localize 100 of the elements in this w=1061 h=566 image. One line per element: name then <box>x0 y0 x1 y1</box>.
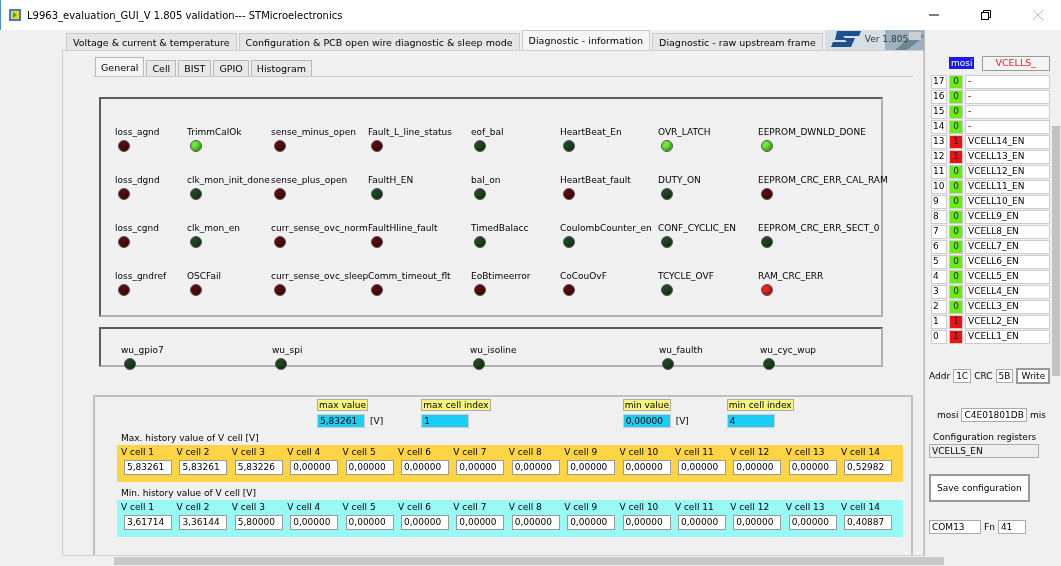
bit-index: 1 <box>931 315 947 329</box>
indicator-label: curr_sense_ovc_sleep <box>271 271 368 281</box>
bit-value: 1 <box>949 150 963 164</box>
bit-name: VCELL4_EN <box>965 285 1050 299</box>
tab[interactable]: Cell <box>146 60 177 76</box>
bit-value: 0 <box>949 165 963 179</box>
restore-icon <box>981 10 991 20</box>
indicator-label: loss_dgnd <box>115 175 161 185</box>
cell-value-field: 0,00000 <box>677 460 726 475</box>
bit-name: VCELL13_EN <box>965 150 1050 164</box>
tab[interactable]: Voltage & current & temperature <box>66 33 237 50</box>
indicator-label: CONF_CYCLIC_EN <box>658 223 738 233</box>
cell-value-field: 0,00000 <box>400 515 449 530</box>
tab[interactable]: GPIO <box>213 60 249 76</box>
bit-value: 0 <box>949 285 963 299</box>
tab[interactable]: BIST <box>178 60 212 76</box>
cell-value-field: 0,00000 <box>345 515 394 530</box>
bit-index: 15 <box>931 105 947 119</box>
bit-index: 10 <box>931 180 947 194</box>
addr-field[interactable]: 1C <box>953 369 972 383</box>
bit-value: 0 <box>949 180 963 194</box>
bit-value: 0 <box>949 225 963 239</box>
indicator-label: sense_plus_open <box>271 175 349 185</box>
bit-value: 0 <box>949 105 963 119</box>
bit-name: VCELL11_EN <box>965 180 1050 194</box>
bit-value: 1 <box>949 135 963 149</box>
bit-index: 7 <box>931 225 947 239</box>
tab[interactable]: General <box>95 57 145 76</box>
cell-value-field: 0,00000 <box>622 515 671 530</box>
cell-label: V cell 9 <box>564 502 599 512</box>
indicator-label: EEPROM_DWNLD_DONE <box>758 127 867 137</box>
cell-label: V cell 4 <box>287 502 322 512</box>
bit-index: 8 <box>931 210 947 224</box>
indicator-label: wu_isoline <box>470 345 518 355</box>
cell-value-field: 5,83261 <box>179 460 228 475</box>
cell-value-field: 5,83261 <box>124 460 172 475</box>
crc-field[interactable]: 5B <box>995 369 1014 383</box>
cell-label: V cell 8 <box>508 502 543 512</box>
bit-index: 16 <box>931 90 947 104</box>
tab[interactable]: Configuration & PCB open wire diagnostic & sleep mode <box>238 33 520 50</box>
cell-value-field: 0,00000 <box>456 460 505 475</box>
bit-name: VCELL5_EN <box>965 270 1050 284</box>
bit-index: 12 <box>931 150 947 164</box>
mosi-label: mosi <box>949 57 975 69</box>
indicator-label: HeartBeat_fault <box>560 175 632 185</box>
indicator-label: wu_cyc_wup <box>760 345 818 355</box>
bit-value: 0 <box>949 120 963 134</box>
bit-index: 6 <box>931 240 947 254</box>
cell-label: V cell 1 <box>121 502 156 512</box>
indicator-label: EoBtimeerror <box>471 271 532 281</box>
cell-label: V cell 10 <box>619 502 660 512</box>
bit-name: - <box>965 75 1050 89</box>
cell-value-field: 0,00000 <box>788 515 837 530</box>
cell-value-field: 0,00000 <box>788 460 837 475</box>
indicator-label: OSCFail <box>187 271 222 281</box>
bit-index: 14 <box>931 120 947 134</box>
indicator-label: TCYCLE_OVF <box>658 271 715 281</box>
cell-label: V cell 7 <box>453 502 488 512</box>
unit-label: [V] <box>675 416 689 426</box>
cell-value-field: 0,00000 <box>511 460 560 475</box>
bit-name: - <box>965 120 1050 134</box>
bit-index: 17 <box>931 75 947 89</box>
cell-label: V cell 9 <box>564 447 599 457</box>
register-selector[interactable]: VCELLS_EN <box>929 444 1039 458</box>
port-dropdown[interactable]: COM13 <box>929 520 981 534</box>
bit-index: 11 <box>931 165 947 179</box>
cell-value-field: 0,00000 <box>733 460 782 475</box>
cell-label: V cell 3 <box>231 447 266 457</box>
cell-label: V cell 11 <box>674 447 715 457</box>
tab[interactable]: Histogram <box>250 60 313 76</box>
write-button[interactable]: Write <box>1016 368 1050 384</box>
cell-value-field: 0,00000 <box>567 515 616 530</box>
bit-name: - <box>965 105 1050 119</box>
app-icon <box>9 9 21 21</box>
section-label: Configuration registers <box>933 432 1037 442</box>
cell-label: V cell 14 <box>841 502 881 512</box>
bit-value: 0 <box>949 195 963 209</box>
bit-index: 4 <box>931 270 947 284</box>
save-button[interactable]: Save configuration <box>929 474 1030 502</box>
summary-label: max value <box>317 399 369 411</box>
cell-value-field: 5,80000 <box>234 515 283 530</box>
mosi-field[interactable]: C4E01801DB <box>961 408 1027 422</box>
summary-label: min cell index <box>726 399 794 411</box>
bit-value: 0 <box>949 210 963 224</box>
bit-index: 2 <box>931 300 947 314</box>
bit-index: 0 <box>931 330 947 344</box>
bit-name: VCELL8_EN <box>965 225 1050 239</box>
register-field[interactable]: VCELLS_ <box>982 55 1050 71</box>
fn-field[interactable]: 41 <box>997 520 1026 534</box>
bit-name: VCELL9_EN <box>965 210 1050 224</box>
cell-label: V cell 13 <box>785 502 826 512</box>
bit-name: VCELL6_EN <box>965 255 1050 269</box>
tab[interactable]: Diagnostic - raw upstream frame <box>652 33 823 50</box>
indicator-label: wu_spi <box>272 345 304 355</box>
cell-value-field: 0,00000 <box>400 460 449 475</box>
history-title: Max. history value of V cell [V] <box>121 433 260 443</box>
tab[interactable]: Diagnostic - information <box>521 30 651 50</box>
bit-value: 0 <box>949 300 963 314</box>
indicator-label: EEPROM_CRC_ERR_SECT_0 <box>758 223 881 233</box>
indicator-label: sense_minus_open <box>271 127 357 137</box>
